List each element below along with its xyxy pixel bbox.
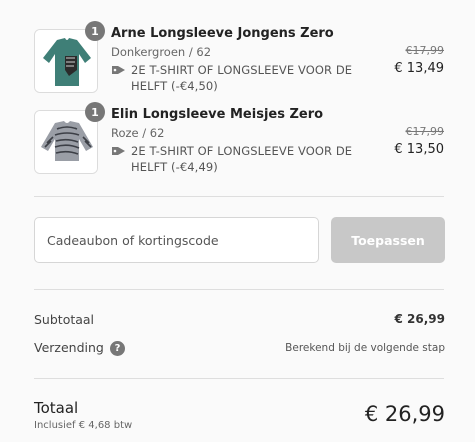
zebra-longsleeve-icon bbox=[35, 111, 97, 173]
divider bbox=[34, 289, 444, 290]
tag-icon bbox=[112, 66, 125, 74]
quantity-badge: 1 bbox=[85, 102, 105, 122]
discount-text-line1: 2E T-SHIRT OF LONGSLEEVE VOOR DE bbox=[131, 144, 353, 158]
discounted-price: € 13,50 bbox=[394, 142, 444, 157]
divider bbox=[34, 196, 444, 197]
discount-text-line1: 2E T-SHIRT OF LONGSLEEVE VOOR DE bbox=[131, 63, 353, 77]
product-name: Elin Longsleeve Meisjes Zero bbox=[111, 107, 324, 122]
subtotal-label: Subtotaal bbox=[34, 312, 95, 327]
original-price: €17,99 bbox=[405, 125, 445, 138]
discounted-price: € 13,49 bbox=[394, 61, 444, 76]
quantity-badge: 1 bbox=[85, 21, 105, 41]
product-variant: Roze / 62 bbox=[111, 126, 165, 140]
original-price: €17,99 bbox=[405, 44, 445, 57]
shipping-value: Berekend bij de volgende stap bbox=[285, 342, 445, 354]
tax-note: Inclusief € 4,68 btw bbox=[34, 420, 133, 431]
coupon-code-input[interactable] bbox=[34, 217, 319, 263]
subtotal-value: € 26,99 bbox=[394, 312, 445, 326]
apply-coupon-button[interactable]: Toepassen bbox=[331, 217, 445, 263]
cart-item: 1 Elin Longsleeve Meisjes Zero Roze / 62… bbox=[34, 102, 446, 175]
total-label: Totaal bbox=[34, 399, 79, 417]
discount-text-line2: HELFT (-€4,49) bbox=[131, 160, 218, 174]
discount-label: 2E T-SHIRT OF LONGSLEEVE VOOR DE HELFT (… bbox=[111, 62, 371, 94]
discount-label: 2E T-SHIRT OF LONGSLEEVE VOOR DE HELFT (… bbox=[111, 143, 371, 175]
tag-icon bbox=[112, 147, 125, 155]
total-value: € 26,99 bbox=[364, 402, 445, 426]
shipping-label: Verzending bbox=[34, 340, 104, 355]
discount-text-line2: HELFT (-€4,50) bbox=[131, 79, 218, 93]
help-icon[interactable]: ? bbox=[110, 341, 125, 356]
longsleeve-icon bbox=[35, 30, 97, 92]
divider bbox=[34, 378, 444, 379]
product-variant: Donkergroen / 62 bbox=[111, 45, 212, 59]
cart-item: 1 Arne Longsleeve Jongens Zero Donkergro… bbox=[34, 21, 446, 94]
product-name: Arne Longsleeve Jongens Zero bbox=[111, 26, 334, 41]
